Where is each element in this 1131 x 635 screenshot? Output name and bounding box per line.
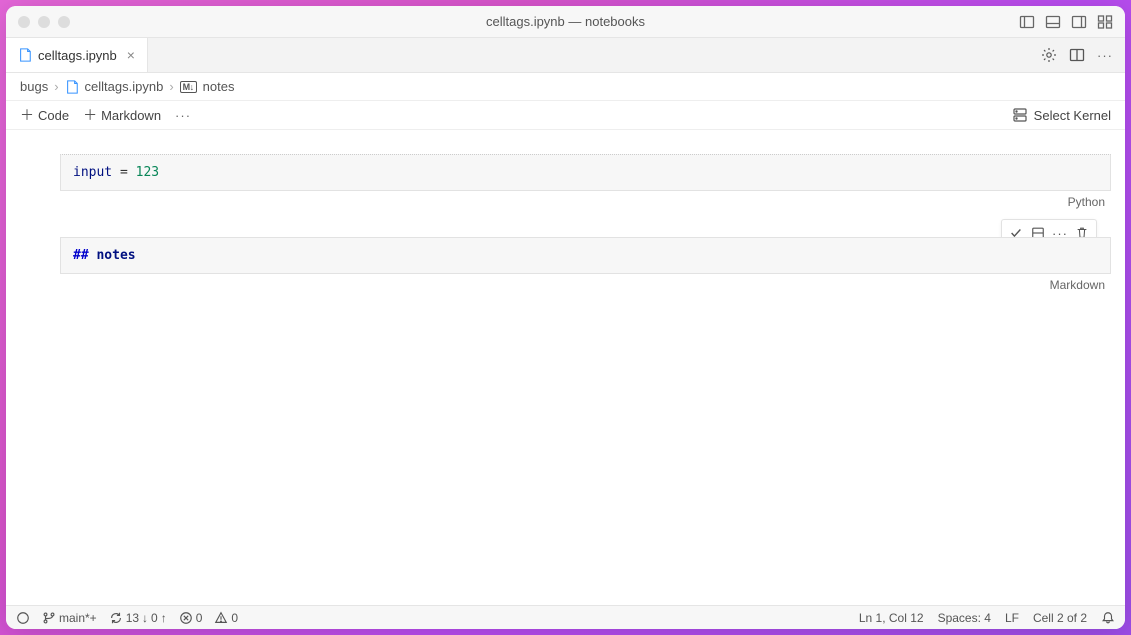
code-token-num: 123 (136, 165, 159, 180)
indent-indicator[interactable]: Spaces: 4 (938, 611, 991, 625)
statusbar: main*+ 13↓ 0↑ 0 0 Ln 1, Col 12 Spaces: 4… (6, 605, 1125, 629)
cell-editor[interactable]: input = 123 (60, 154, 1111, 191)
code-token-var: input (73, 165, 112, 180)
add-code-cell-button[interactable]: ＋ Code (20, 105, 69, 125)
code-cell[interactable]: input = 123 Python (20, 154, 1111, 209)
notifications-icon[interactable] (1101, 611, 1115, 625)
chevron-right-icon: › (169, 79, 173, 94)
window-title: celltags.ipynb — notebooks (6, 14, 1125, 29)
add-markdown-cell-button[interactable]: ＋ Markdown (83, 105, 161, 125)
remote-indicator[interactable] (16, 611, 30, 625)
more-actions-icon[interactable]: ··· (1097, 48, 1113, 63)
panel-bottom-icon[interactable] (1045, 14, 1061, 30)
minimize-window-icon[interactable] (38, 16, 50, 28)
cursor-position[interactable]: Ln 1, Col 12 (859, 611, 924, 625)
title-layout-controls (1019, 14, 1113, 30)
split-editor-icon[interactable] (1069, 47, 1085, 63)
breadcrumb: bugs › celltags.ipynb › M↓ notes (6, 73, 1125, 101)
branch-name: main*+ (59, 611, 97, 625)
tabbar: celltags.ipynb × ··· (6, 38, 1125, 73)
chevron-right-icon: › (54, 79, 58, 94)
tab-actions: ··· (1029, 38, 1125, 72)
breadcrumb-item-file[interactable]: celltags.ipynb (85, 79, 164, 94)
plus-icon: ＋ (83, 105, 97, 125)
cell-editor[interactable]: ## notes (60, 237, 1111, 274)
breadcrumb-item-section[interactable]: notes (203, 79, 235, 94)
layout-grid-icon[interactable] (1097, 14, 1113, 30)
git-branch-indicator[interactable]: main*+ (42, 611, 97, 625)
panel-left-icon[interactable] (1019, 14, 1035, 30)
breadcrumb-item-bugs[interactable]: bugs (20, 79, 48, 94)
code-token-op: = (112, 165, 135, 180)
sync-indicator[interactable]: 13↓ 0↑ (109, 611, 167, 625)
toolbar-more-icon[interactable]: ··· (175, 108, 191, 123)
eol-indicator[interactable]: LF (1005, 611, 1019, 625)
traffic-lights (18, 16, 70, 28)
add-code-label: Code (38, 108, 69, 123)
notebook-toolbar: ＋ Code ＋ Markdown ··· Select Kernel (6, 101, 1125, 130)
notebook-editor[interactable]: input = 123 Python ··· ## notes Markdown (6, 130, 1125, 605)
tab-label: celltags.ipynb (38, 48, 117, 63)
server-icon (1012, 107, 1028, 123)
md-heading-marker: ## (73, 248, 96, 263)
select-kernel-label: Select Kernel (1034, 108, 1111, 123)
gear-icon[interactable] (1041, 47, 1057, 63)
errors-indicator[interactable]: 0 (179, 611, 203, 625)
cell-language-label[interactable]: Markdown (60, 274, 1111, 292)
add-markdown-label: Markdown (101, 108, 161, 123)
warnings-indicator[interactable]: 0 (214, 611, 238, 625)
tab-celltags[interactable]: celltags.ipynb × (6, 38, 148, 72)
notebook-icon (18, 48, 32, 62)
cell-language-label[interactable]: Python (60, 191, 1111, 209)
close-window-icon[interactable] (18, 16, 30, 28)
md-heading-text: notes (96, 248, 135, 263)
markdown-chip-icon: M↓ (180, 81, 197, 93)
notebook-icon (65, 80, 79, 94)
app-window: celltags.ipynb — notebooks celltags.ipyn… (6, 6, 1125, 629)
cell-position[interactable]: Cell 2 of 2 (1033, 611, 1087, 625)
close-tab-icon[interactable]: × (127, 47, 135, 63)
markdown-cell[interactable]: ··· ## notes Markdown (20, 237, 1111, 292)
maximize-window-icon[interactable] (58, 16, 70, 28)
plus-icon: ＋ (20, 105, 34, 125)
titlebar: celltags.ipynb — notebooks (6, 6, 1125, 38)
panel-right-icon[interactable] (1071, 14, 1087, 30)
kernel-picker[interactable]: Select Kernel (1012, 107, 1111, 123)
